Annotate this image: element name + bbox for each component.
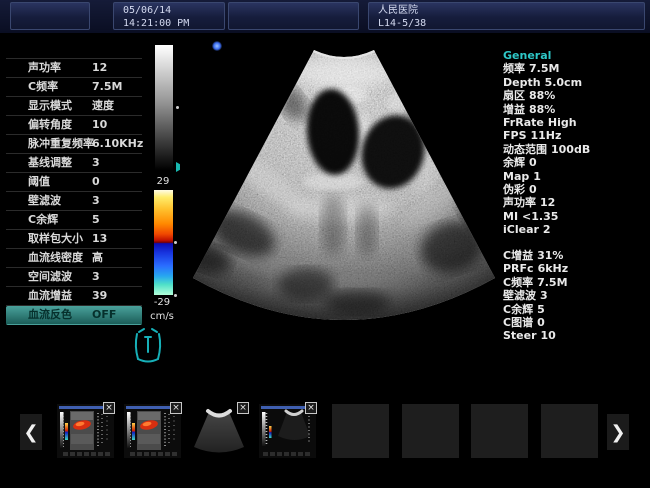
status-panel-color: C增益31% PRFc6kHz C频率7.5M 壁滤波3 C余辉5 C图谱0 S… (503, 249, 648, 343)
scale-dot (174, 241, 177, 244)
status-panel-general: General 频率7.5M Depth5.0cm 扇区88% 增益88% Fr… (503, 49, 648, 237)
param-row[interactable]: 脉冲重复频率6.10KHz (6, 135, 142, 154)
param-row[interactable]: 壁滤波3 (6, 192, 142, 211)
time-text: 14:21:00 PM (123, 17, 224, 30)
param-row[interactable]: 空间滤波3 (6, 268, 142, 287)
param-row-selected[interactable]: 血流反色OFF (6, 306, 142, 325)
datetime-box: 05/06/14 14:21:00 PM (113, 2, 225, 30)
status-line: 壁滤波3 (503, 289, 648, 302)
close-icon[interactable]: × (170, 402, 182, 414)
status-line: iClear2 (503, 223, 648, 236)
param-row[interactable]: 基线调整3 (6, 154, 142, 173)
param-row[interactable]: 显示模式速度 (6, 97, 142, 116)
thumbnail-slot-empty (332, 404, 389, 458)
chevron-right-icon[interactable]: ❯ (607, 414, 629, 450)
status-line: FrRateHigh (503, 116, 648, 129)
status-line: PRFc6kHz (503, 262, 648, 275)
status-line: 余辉0 (503, 156, 648, 169)
velocity-max-label: 29 (148, 176, 178, 187)
close-icon[interactable]: × (103, 402, 115, 414)
status-line: C余辉5 (503, 303, 648, 316)
param-row[interactable]: 声功率12 (6, 58, 142, 78)
param-row[interactable]: 阈值0 (6, 173, 142, 192)
hospital-name: 人民医院 (378, 4, 644, 17)
status-line: MI<1.35 (503, 210, 648, 223)
probe-model: L14-5/38 (378, 17, 644, 30)
status-line: C增益31% (503, 249, 648, 262)
param-row[interactable]: C余辉5 (6, 211, 142, 230)
close-icon[interactable]: × (237, 402, 249, 414)
velocity-min-label: -29 (145, 297, 179, 308)
status-line: FPS11Hz (503, 129, 648, 142)
exam-info-box (228, 2, 359, 30)
param-row[interactable]: C频率7.5M (6, 78, 142, 97)
status-line: Map1 (503, 170, 648, 183)
parameter-menu: 声功率12 C频率7.5M 显示模式速度 偏转角度10 脉冲重复频率6.10KH… (6, 58, 142, 325)
param-row[interactable]: 血流增益39 (6, 287, 142, 306)
status-line: C图谱0 (503, 316, 648, 329)
scale-dot (176, 106, 179, 109)
status-line: Depth5.0cm (503, 76, 648, 89)
status-line: 伪彩0 (503, 183, 648, 196)
status-line: 动态范围100dB (503, 143, 648, 156)
patient-info-box (10, 2, 90, 30)
thumbnail-slot-empty (471, 404, 528, 458)
status-line: Steer10 (503, 329, 648, 342)
status-line: C频率7.5M (503, 276, 648, 289)
param-row[interactable]: 取样包大小13 (6, 230, 142, 249)
param-row[interactable]: 血流线密度高 (6, 249, 142, 268)
echo-display[interactable] (180, 38, 500, 383)
velocity-colorbar (154, 190, 173, 295)
status-line: 频率7.5M (503, 62, 648, 75)
param-row[interactable]: 偏转角度10 (6, 116, 142, 135)
chevron-left-icon[interactable]: ❮ (20, 414, 42, 450)
thumbnail-slot-empty (541, 404, 598, 458)
hospital-box: 人民医院 L14-5/38 (368, 2, 645, 30)
status-line: 扇区88% (503, 89, 648, 102)
grayscale-bar (155, 45, 173, 170)
close-icon[interactable]: × (305, 402, 317, 414)
status-line: 增益88% (503, 103, 648, 116)
status-header: General (503, 49, 648, 62)
thumbnail-slot-empty (402, 404, 459, 458)
velocity-unit-label: cm/s (141, 311, 183, 322)
date-text: 05/06/14 (123, 4, 224, 17)
status-line: 声功率12 (503, 196, 648, 209)
focus-marker-dot (212, 41, 222, 51)
top-bar: 05/06/14 14:21:00 PM 人民医院 L14-5/38 (0, 0, 650, 33)
body-marker-icon[interactable] (131, 325, 165, 365)
